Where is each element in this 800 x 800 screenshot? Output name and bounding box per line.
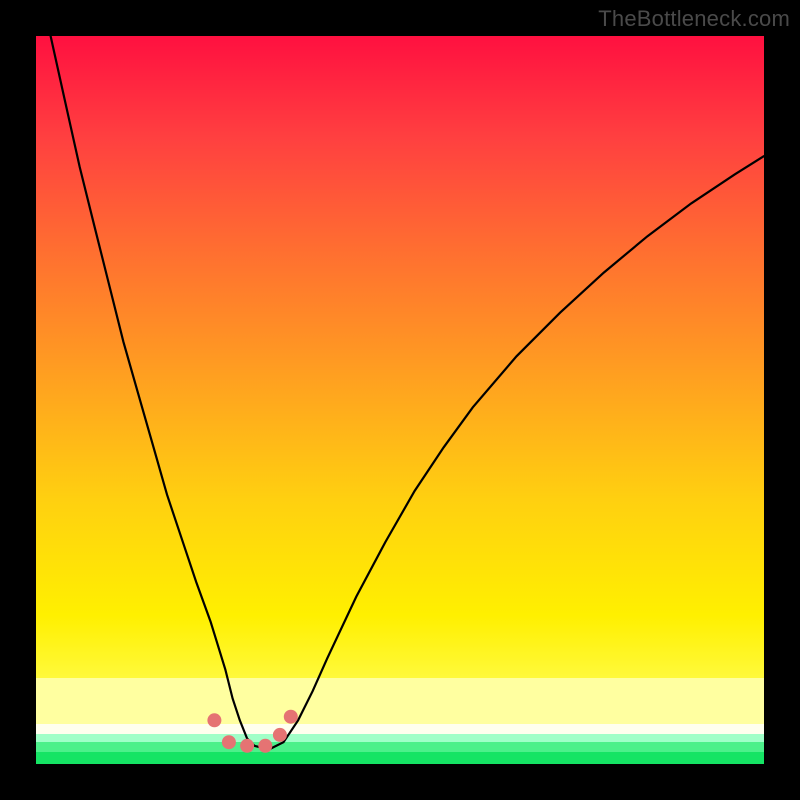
band-cyan [36, 734, 764, 742]
band-green-strong [36, 752, 764, 764]
band-off-white [36, 724, 764, 734]
chart-background-gradient [36, 36, 764, 718]
band-pale-yellow [36, 678, 764, 724]
chart-frame [36, 36, 764, 764]
watermark-text: TheBottleneck.com [598, 6, 790, 32]
band-green-light [36, 742, 764, 752]
